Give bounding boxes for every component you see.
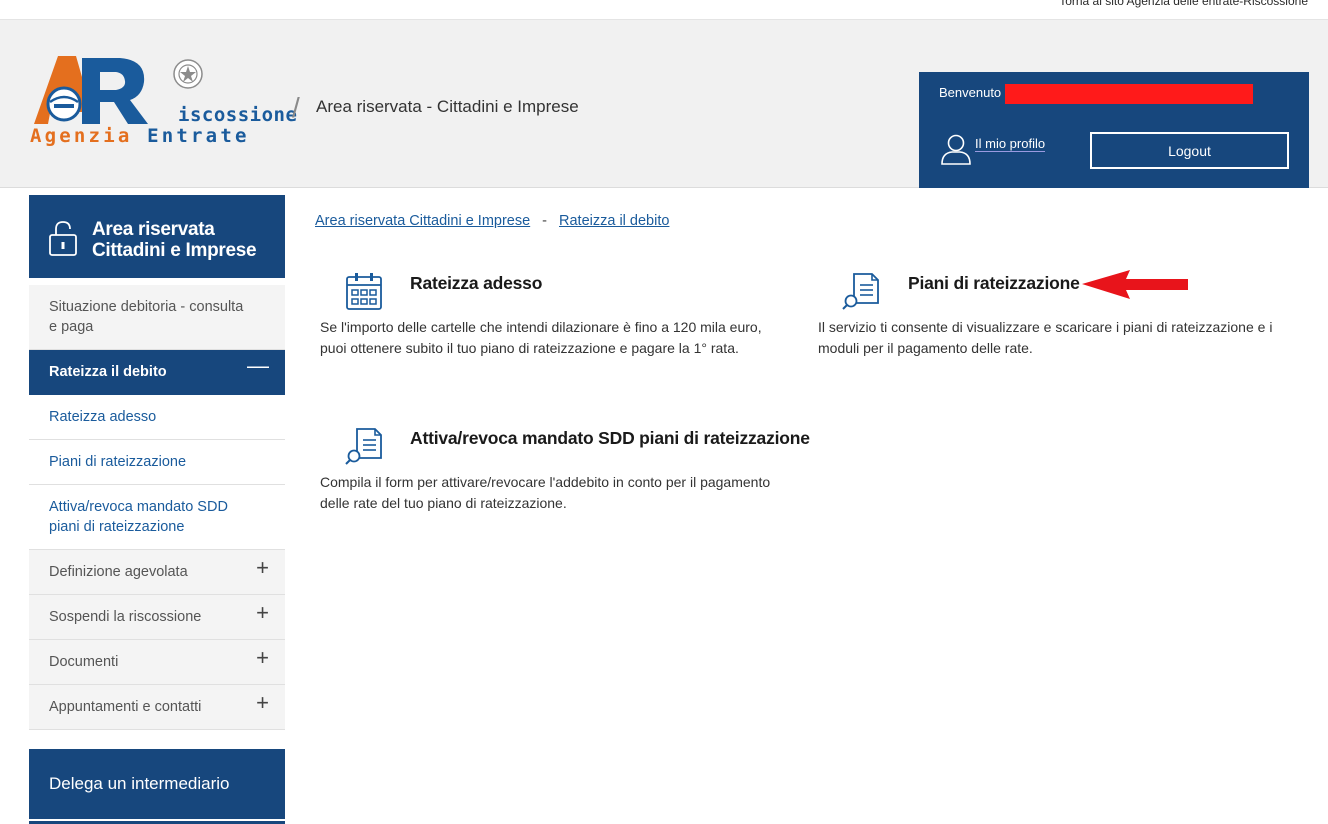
- sidebar-header: Area riservata Cittadini e Imprese: [29, 195, 285, 278]
- expand-icon[interactable]: +: [256, 692, 269, 714]
- breadcrumb-rateizza-il-debito[interactable]: Rateizza il debito: [559, 213, 669, 229]
- card-description: Se l'importo delle cartelle che intendi …: [320, 319, 762, 356]
- annotation-arrow-icon: [1082, 270, 1188, 299]
- welcome-text: Benvenuto: [939, 85, 1002, 100]
- top-strip: Torna al sito Agenzia delle entrate-Risc…: [0, 0, 1328, 20]
- breadcrumb-separator: -: [542, 213, 548, 229]
- sidebar-item-label: Rateizza il debito: [49, 364, 167, 380]
- user-panel: Benvenuto Il mio profilo Logout: [919, 72, 1309, 188]
- sidebar-item-piani-di-rateizzazione[interactable]: Piani di rateizzazione: [29, 440, 285, 485]
- sidebar-item-label: Documenti: [49, 654, 119, 670]
- delega-label: Delega un intermediario: [49, 774, 230, 793]
- back-to-main-site-link[interactable]: Torna al sito Agenzia delle entrate-Risc…: [1059, 0, 1308, 8]
- collapse-icon[interactable]: —: [247, 355, 269, 377]
- header-separator: /: [292, 92, 300, 123]
- delega-intermediario-button[interactable]: Delega un intermediario: [29, 749, 285, 819]
- profile-label: Il mio profilo: [975, 136, 1046, 152]
- sidebar-item-label: Attiva/revoca mandato SDD piani di ratei…: [49, 499, 228, 535]
- document-search-icon: [345, 428, 382, 465]
- logout-button[interactable]: Logout: [1090, 132, 1289, 169]
- user-profile-icon: [941, 134, 971, 165]
- card-attiva-revoca-mandato: Attiva/revoca mandato SDD piani di ratei…: [320, 425, 810, 525]
- agenzia-entrate-riscossione-logo[interactable]: iscossione Agenzia Entrate: [28, 52, 297, 152]
- card-piani-di-rateizzazione: Piani di rateizzazione Il servizio ti co…: [818, 270, 1298, 370]
- sidebar: Area riservata Cittadini e Imprese Situa…: [29, 195, 285, 824]
- site-header: iscossione Agenzia Entrate / Area riserv…: [0, 20, 1328, 188]
- logo-agenzia-word: Agenzia: [30, 125, 133, 147]
- profile-link[interactable]: Il mio profilo: [939, 132, 1046, 166]
- lock-icon: [49, 221, 77, 256]
- sidebar-item-appuntamenti-e-contatti[interactable]: Appuntamenti e contatti +: [29, 685, 285, 730]
- sidebar-title: Area riservata Cittadini e Imprese: [92, 219, 257, 261]
- sidebar-item-label: Piani di rateizzazione: [49, 454, 187, 470]
- expand-icon[interactable]: +: [256, 557, 269, 579]
- calendar-icon: [346, 273, 382, 310]
- sidebar-item-sospendi-la-riscossione[interactable]: Sospendi la riscossione +: [29, 595, 285, 640]
- sidebar-title-line-1: Area riservata: [92, 219, 215, 240]
- card-rateizza-adesso: Rateizza adesso Se l'importo delle carte…: [320, 270, 790, 370]
- sidebar-item-attiva-revoca-mandato[interactable]: Attiva/revoca mandato SDD piani di ratei…: [29, 485, 285, 550]
- sidebar-item-rateizza-adesso[interactable]: Rateizza adesso: [29, 395, 285, 440]
- card-description: Compila il form per attivare/revocare l'…: [320, 474, 771, 511]
- sidebar-item-label: Sospendi la riscossione: [49, 609, 202, 625]
- logo-entrate-word: Entrate: [147, 125, 250, 147]
- logo-agenzia-entrate-text: Agenzia Entrate: [30, 125, 250, 147]
- card-description: Il servizio ti consente di visualizzare …: [818, 319, 1273, 356]
- page-title: Area riservata - Cittadini e Imprese: [316, 97, 579, 116]
- sidebar-title-line-2: Cittadini e Imprese: [92, 240, 257, 261]
- document-search-icon: [842, 273, 879, 310]
- sidebar-item-label: Appuntamenti e contatti: [49, 699, 202, 715]
- sidebar-item-definizione-agevolata[interactable]: Definizione agevolata +: [29, 550, 285, 595]
- sidebar-item-label: Rateizza adesso: [49, 409, 157, 425]
- expand-icon[interactable]: +: [256, 647, 269, 669]
- logo-riscossione-text: iscossione: [178, 104, 298, 126]
- sidebar-item-documenti[interactable]: Documenti +: [29, 640, 285, 685]
- card-title[interactable]: Piani di rateizzazione: [908, 273, 1080, 294]
- expand-icon[interactable]: +: [256, 602, 269, 624]
- breadcrumb: Area riservata Cittadini e Imprese - Ratei…: [315, 213, 669, 229]
- card-title[interactable]: Attiva/revoca mandato SDD piani di ratei…: [410, 428, 810, 449]
- breadcrumb-area-riservata[interactable]: Area riservata Cittadini e Imprese: [315, 213, 530, 229]
- sidebar-item-rateizza-il-debito[interactable]: Rateizza il debito —: [29, 350, 285, 395]
- redacted-username: [1005, 84, 1253, 104]
- sidebar-item-label: Definizione agevolata: [49, 564, 188, 580]
- card-title[interactable]: Rateizza adesso: [410, 273, 542, 294]
- sidebar-item-situazione-debitoria[interactable]: Situazione debitoria - consulta e paga: [29, 285, 285, 350]
- sidebar-item-label: Situazione debitoria - consulta e paga: [49, 299, 244, 335]
